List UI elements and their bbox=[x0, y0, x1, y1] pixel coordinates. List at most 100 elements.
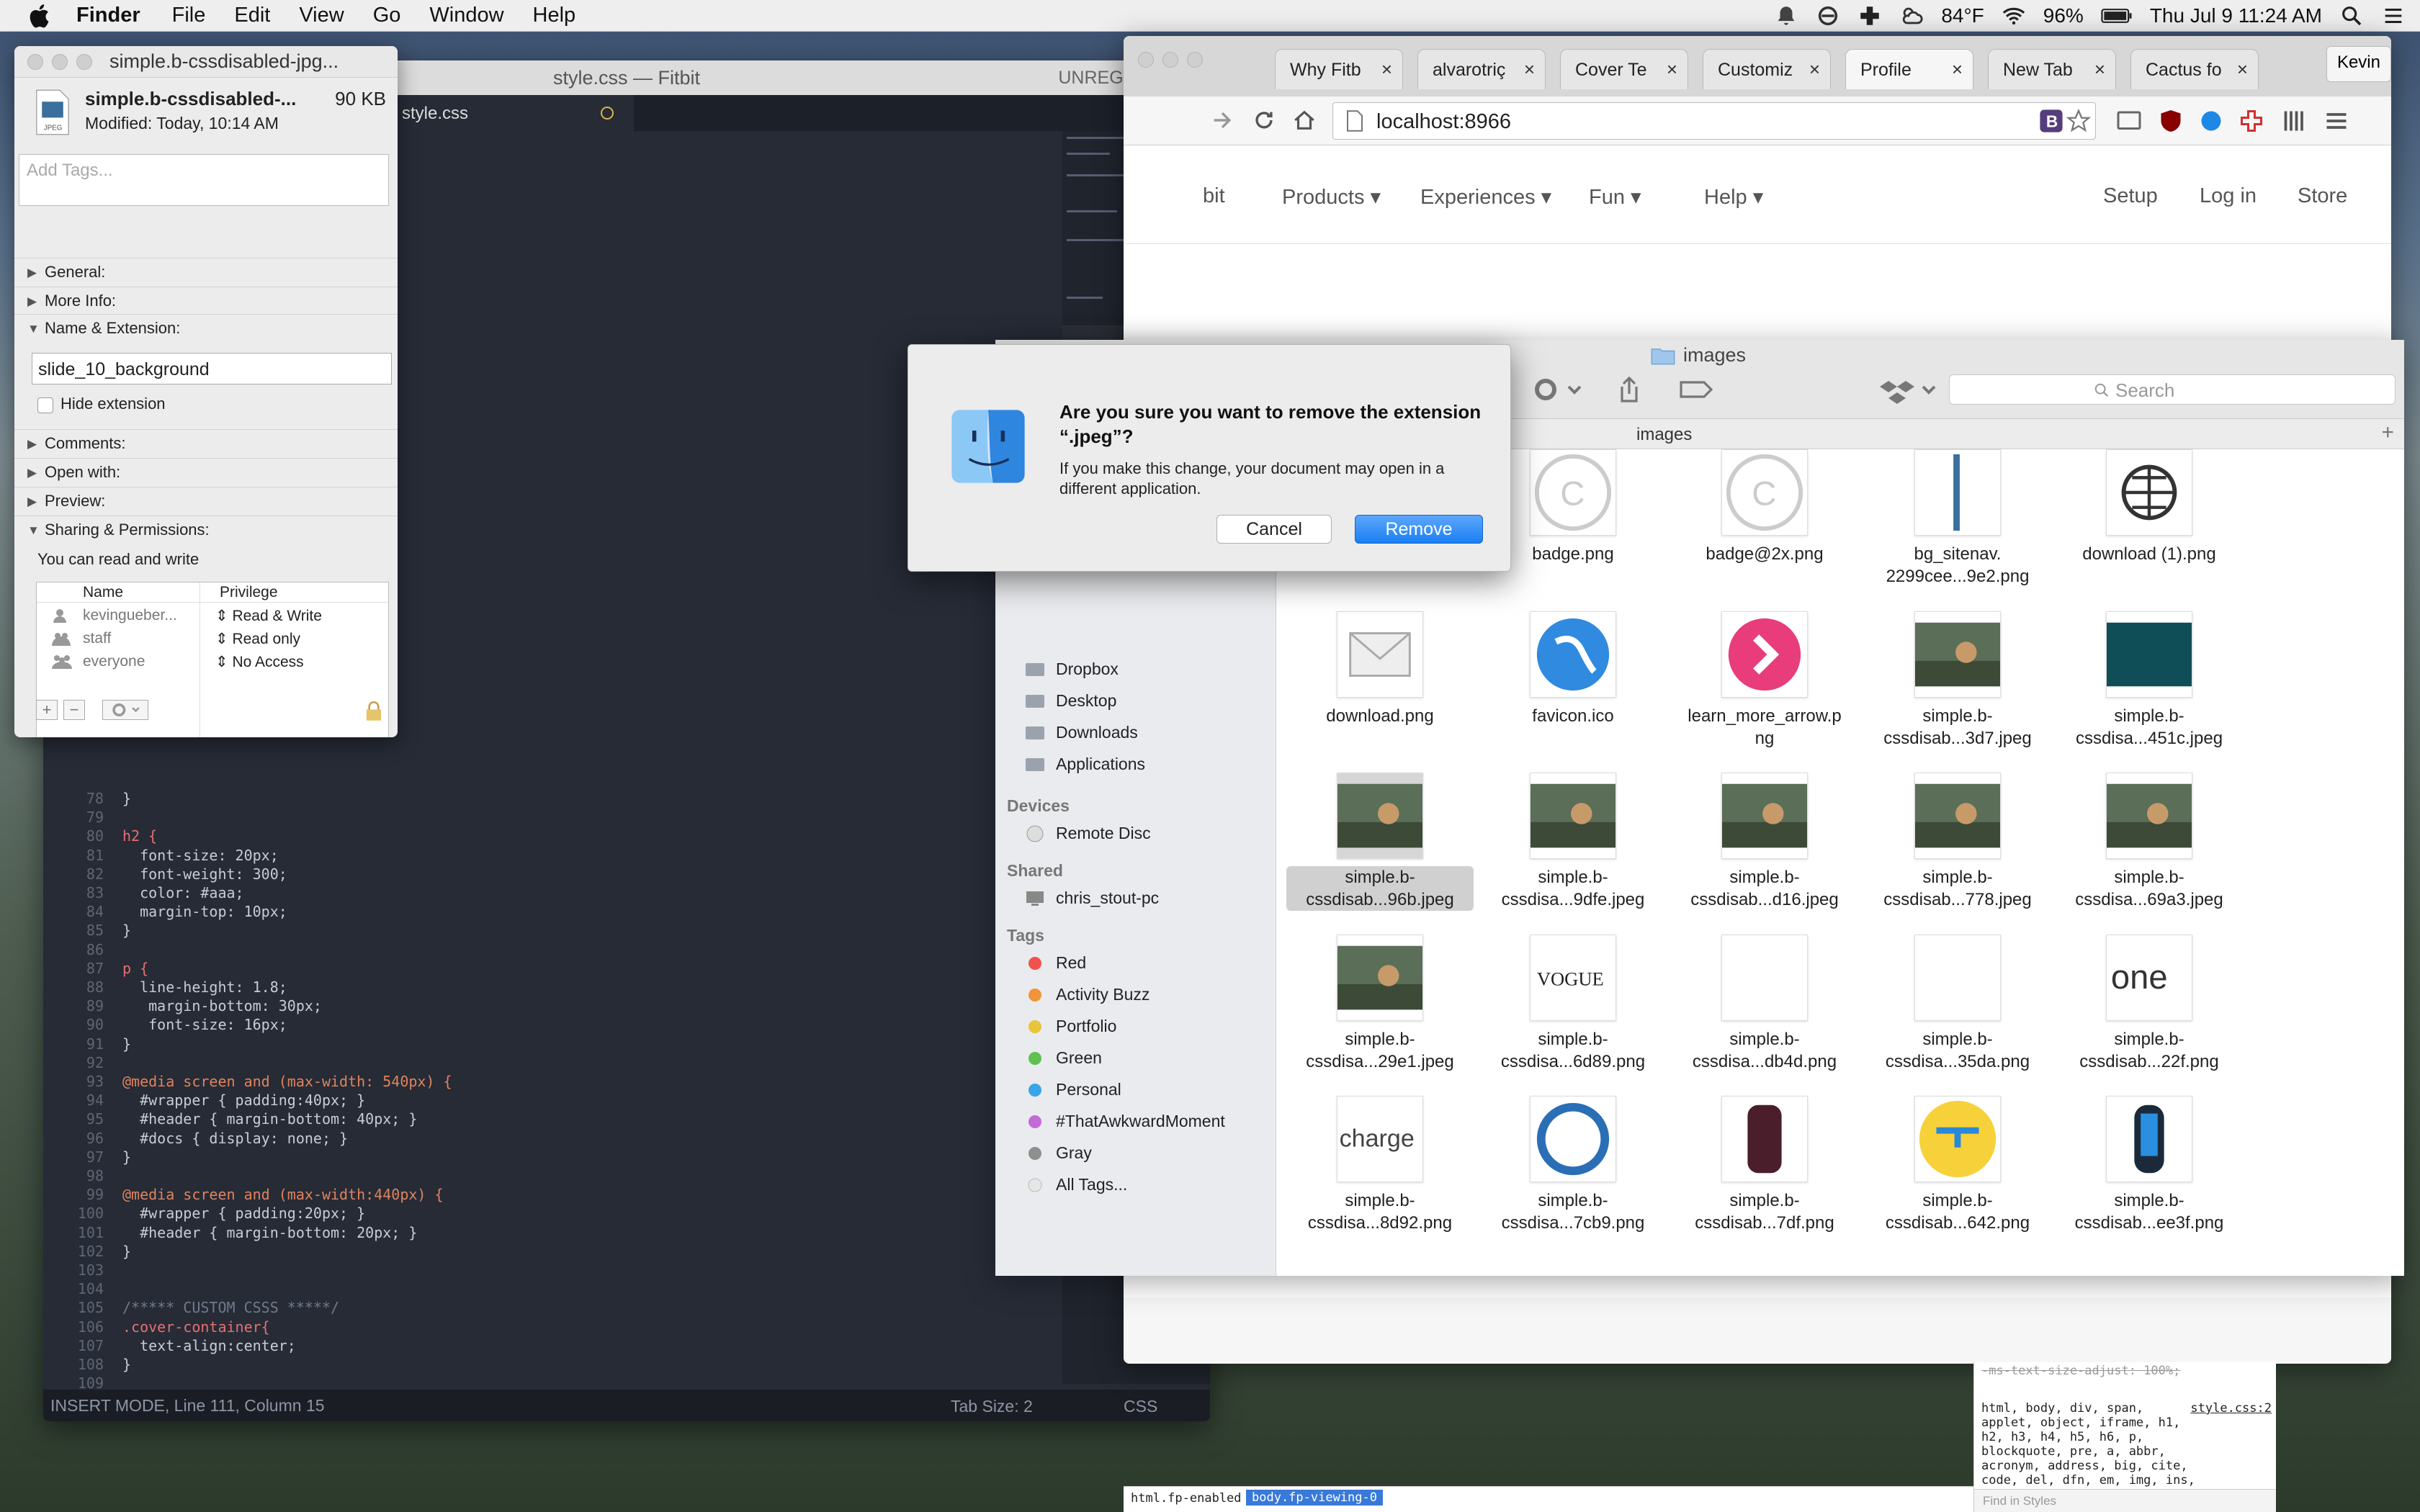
permission-row[interactable]: staff ⇕ Read only bbox=[37, 627, 390, 650]
menu-go[interactable]: Go bbox=[373, 4, 401, 27]
sidebar-item-remote-disc[interactable]: Remote Disc bbox=[1024, 824, 1151, 843]
forward-icon[interactable] bbox=[1210, 108, 1234, 132]
code-line[interactable]: 107 text-align:center; bbox=[43, 1336, 1059, 1355]
code-line[interactable]: 94 #wrapper { padding:40px; } bbox=[43, 1091, 1059, 1110]
file-item[interactable]: simple.b- cssdisab...7df.png bbox=[1671, 1096, 1858, 1234]
bookmark-star-icon[interactable] bbox=[2066, 109, 2091, 133]
col-privilege-header[interactable]: Privilege bbox=[220, 584, 278, 601]
info-titlebar[interactable]: simple.b-cssdisabled-jpg... bbox=[14, 46, 398, 78]
ublock-icon[interactable] bbox=[2158, 108, 2184, 134]
code-line[interactable]: 84 margin-top: 10px; bbox=[43, 902, 1059, 921]
disclosure-right-icon[interactable]: ▶ bbox=[27, 294, 37, 309]
section-sharing-permissions[interactable]: ▼ Sharing & Permissions: bbox=[14, 516, 398, 543]
syntax-selector[interactable]: CSS bbox=[1124, 1397, 1157, 1416]
file-item[interactable]: charge simple.b- cssdisa...8d92.png bbox=[1286, 1096, 1474, 1234]
file-item[interactable]: simple.b- cssdisa...29e1.jpeg bbox=[1286, 935, 1474, 1073]
section-comments[interactable]: ▶ Comments: bbox=[14, 429, 398, 456]
file-item[interactable]: learn_more_arrow.p ng bbox=[1671, 611, 1858, 750]
permission-row[interactable]: everyone ⇕ No Access bbox=[37, 650, 390, 673]
site-logo-text[interactable]: bit bbox=[1203, 184, 1225, 208]
home-icon[interactable] bbox=[1292, 108, 1317, 132]
disclosure-down-icon[interactable]: ▼ bbox=[27, 523, 40, 538]
unsaved-dot-icon[interactable] bbox=[601, 107, 614, 120]
devtools-find-in-styles[interactable]: Find in Styles bbox=[1974, 1489, 2276, 1512]
file-item[interactable]: simple.b- cssdisa...9dfe.jpeg bbox=[1479, 773, 1667, 911]
file-item[interactable]: download (1).png bbox=[2056, 449, 2243, 565]
section-preview[interactable]: ▶ Preview: bbox=[14, 487, 398, 514]
file-item[interactable]: simple.b- cssdisa...35da.png bbox=[1864, 935, 2051, 1073]
code-line[interactable]: 100 #wrapper { padding:20px; } bbox=[43, 1204, 1059, 1223]
permission-row[interactable]: kevingueber... ⇕ Read & Write bbox=[37, 604, 390, 627]
browser-tab[interactable]: Why Fitb × bbox=[1275, 49, 1403, 89]
tag-icon[interactable] bbox=[1672, 374, 1716, 405]
menu-file[interactable]: File bbox=[172, 4, 206, 27]
notification-center-icon[interactable] bbox=[2381, 4, 2406, 28]
devtools-crumb-body[interactable]: body.fp-viewing-0 bbox=[1246, 1490, 1383, 1506]
remove-user-button[interactable]: − bbox=[63, 700, 85, 720]
nav-fun[interactable]: Fun ▾ bbox=[1589, 184, 1641, 210]
clock[interactable]: Thu Jul 9 11:24 AM bbox=[2150, 4, 2322, 27]
code-line[interactable]: 97} bbox=[43, 1148, 1059, 1166]
code-line[interactable]: 80 h2 { bbox=[43, 827, 1059, 845]
close-tab-icon[interactable]: × bbox=[1381, 58, 1392, 81]
disclosure-right-icon[interactable]: ▶ bbox=[27, 466, 37, 480]
battery-percent[interactable]: 96% bbox=[2043, 4, 2084, 27]
browser-tab[interactable]: Cactus fo × bbox=[2130, 49, 2259, 89]
section-more-info[interactable]: ▶ More Info: bbox=[14, 287, 398, 314]
notification-bell-icon[interactable] bbox=[1774, 4, 1798, 28]
app-menu-finder[interactable]: Finder bbox=[76, 4, 140, 27]
code-area[interactable]: 78} 79 80 h2 {81 font-size: 20px; 82 font-we… bbox=[43, 789, 1059, 1421]
apple-menu-icon[interactable] bbox=[26, 1, 55, 30]
code-line[interactable]: 78} bbox=[43, 789, 1059, 808]
code-line[interactable]: 83 color: #aaa; bbox=[43, 883, 1059, 902]
code-line[interactable]: 102} bbox=[43, 1242, 1059, 1261]
close-window-button[interactable] bbox=[27, 53, 43, 70]
code-line[interactable]: 104 bbox=[43, 1279, 1059, 1298]
disclosure-right-icon[interactable]: ▶ bbox=[27, 495, 37, 509]
nav-log-in[interactable]: Log in bbox=[2200, 184, 2257, 208]
close-tab-icon[interactable]: × bbox=[2094, 58, 2105, 81]
sidebar-tag-item[interactable]: Gray bbox=[1024, 1143, 1092, 1163]
sidebar-tag-item[interactable]: All Tags... bbox=[1024, 1175, 1127, 1194]
close-tab-icon[interactable]: × bbox=[1524, 58, 1535, 81]
col-name-header[interactable]: Name bbox=[83, 584, 123, 601]
extension-plus-icon[interactable] bbox=[2238, 108, 2264, 134]
address-bar[interactable]: localhost:8966 B bbox=[1332, 102, 2096, 140]
devtools-source-link[interactable]: style.css:2 bbox=[2190, 1401, 2272, 1416]
sidebar-item-desktop[interactable]: Desktop bbox=[1024, 691, 1116, 711]
sidebar-item-shared-pc[interactable]: chris_stout-pc bbox=[1024, 888, 1159, 908]
close-tab-icon[interactable]: × bbox=[1809, 58, 1820, 81]
browser-tab[interactable]: Customiz × bbox=[1703, 49, 1831, 89]
file-item[interactable]: one simple.b- cssdisab...22f.png bbox=[2056, 935, 2243, 1073]
zoom-window-button[interactable] bbox=[76, 53, 92, 70]
remove-button[interactable]: Remove bbox=[1355, 515, 1483, 544]
code-line[interactable]: 88 line-height: 1.8; bbox=[43, 978, 1059, 996]
finder-tab-images[interactable]: images bbox=[1636, 425, 1692, 444]
zoom-window-button[interactable] bbox=[1187, 52, 1203, 68]
sidebar-tag-item[interactable]: Personal bbox=[1024, 1080, 1121, 1099]
privilege-popup[interactable]: ⇕ No Access bbox=[215, 653, 304, 671]
file-item[interactable]: simple.b- cssdisab...d16.jpeg bbox=[1671, 773, 1858, 911]
sidebar-tag-item[interactable]: Green bbox=[1024, 1048, 1102, 1068]
browser-tab[interactable]: New Tab × bbox=[1988, 49, 2116, 89]
sidebar-tag-item[interactable]: #ThatAwkwardMoment bbox=[1024, 1112, 1225, 1131]
disclosure-right-icon[interactable]: ▶ bbox=[27, 437, 37, 451]
file-item[interactable]: simple.b- cssdisa...69a3.jpeg bbox=[2056, 773, 2243, 911]
menu-edit[interactable]: Edit bbox=[234, 4, 270, 27]
file-item[interactable]: simple.b- cssdisab...96b.jpeg bbox=[1286, 773, 1474, 911]
lock-icon[interactable] bbox=[364, 701, 383, 721]
devtools-crumb-html[interactable]: html.fp-enabled bbox=[1131, 1491, 1242, 1506]
code-line[interactable]: 89 margin-bottom: 30px; bbox=[43, 996, 1059, 1015]
columns-icon[interactable] bbox=[2280, 108, 2306, 134]
code-line[interactable]: 99 @media screen and (max-width:440px) { bbox=[43, 1185, 1059, 1204]
file-item[interactable]: simple.b- cssdisa...db4d.png bbox=[1671, 935, 1858, 1073]
code-line[interactable]: 105 /***** CUSTOM CSSS *****/ bbox=[43, 1298, 1059, 1317]
section-open-with[interactable]: ▶ Open with: bbox=[14, 458, 398, 485]
tab-size-selector[interactable]: Tab Size: 2 bbox=[951, 1397, 1033, 1416]
section-general[interactable]: ▶ General: bbox=[14, 258, 398, 285]
file-item[interactable]: simple.b- cssdisa...451c.jpeg bbox=[2056, 611, 2243, 750]
code-line[interactable]: 98 bbox=[43, 1166, 1059, 1185]
extension-icon[interactable] bbox=[2198, 108, 2224, 134]
nav-products[interactable]: Products ▾ bbox=[1282, 184, 1381, 210]
dropbox-icon[interactable] bbox=[1880, 374, 1937, 405]
